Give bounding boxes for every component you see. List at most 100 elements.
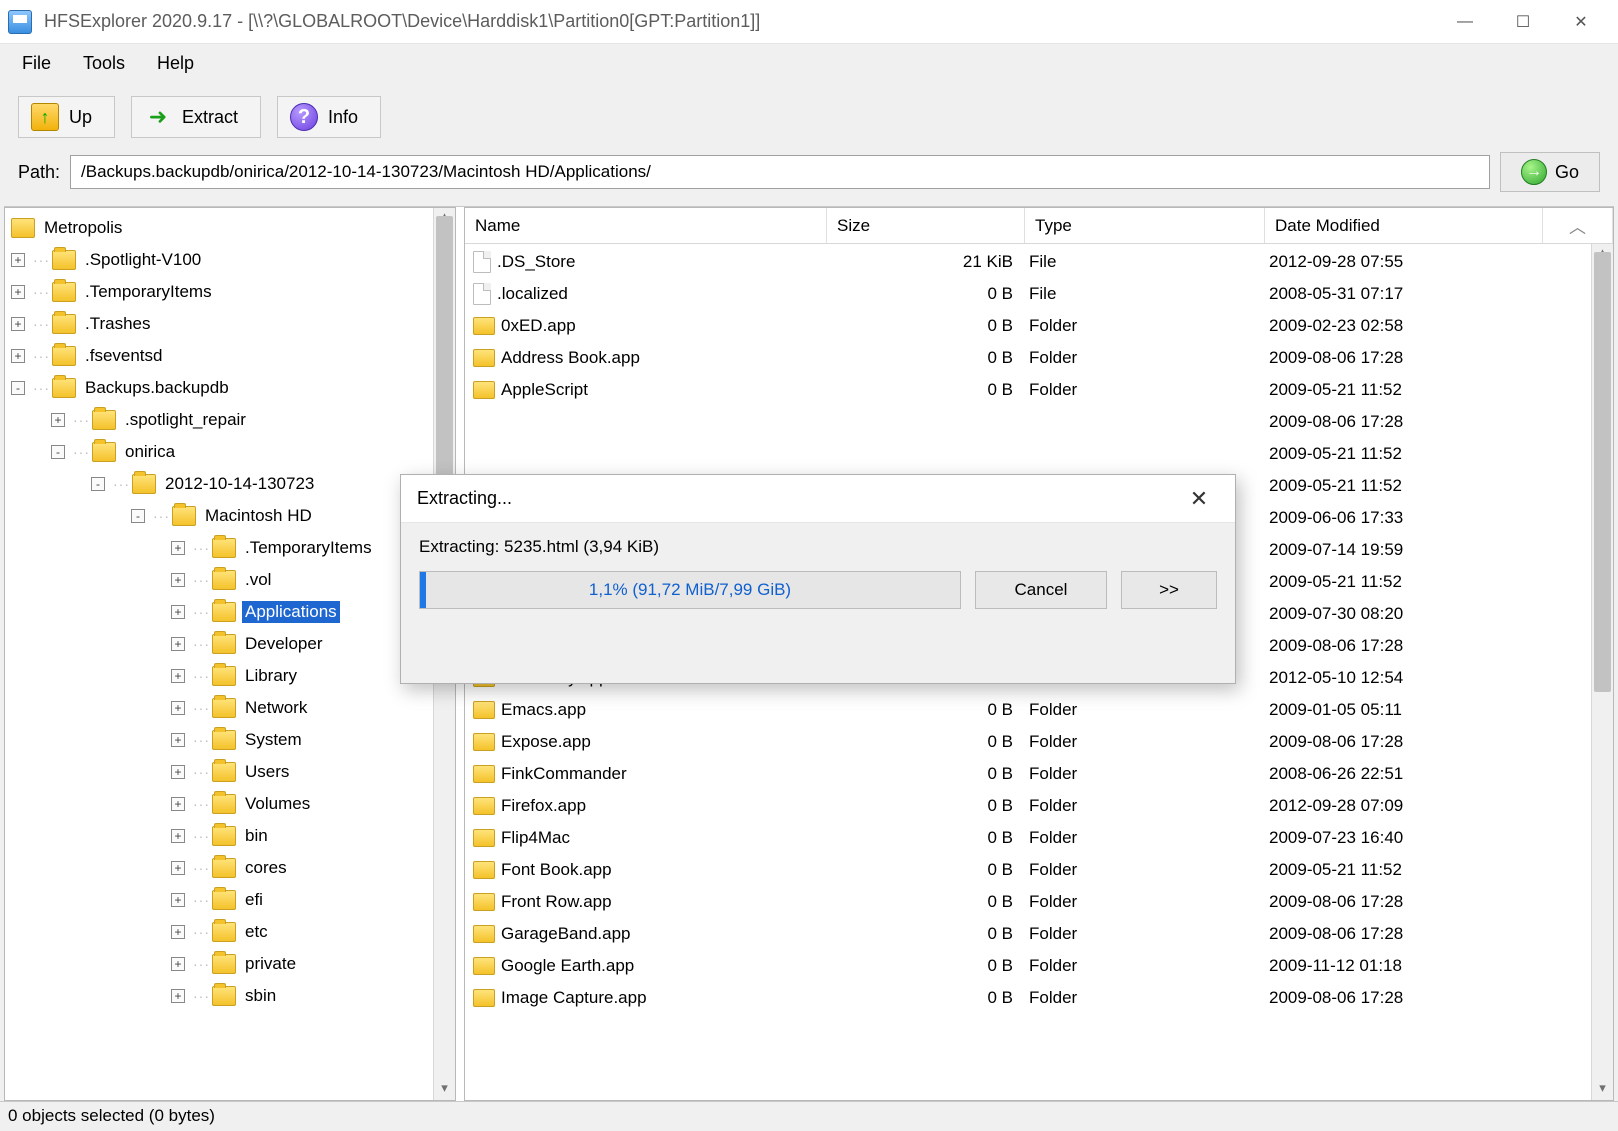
- expander-icon[interactable]: +: [171, 829, 185, 843]
- list-scrollbar[interactable]: ▴ ▾: [1591, 244, 1613, 1100]
- expander-icon[interactable]: +: [51, 413, 65, 427]
- table-row[interactable]: Firefox.app0 BFolder2012-09-28 07:09: [465, 790, 1613, 822]
- tree-item[interactable]: +···efi: [5, 884, 433, 916]
- tree-connector: ···: [191, 732, 212, 748]
- col-name[interactable]: Name: [465, 208, 827, 243]
- table-row[interactable]: Flip4Mac0 BFolder2009-07-23 16:40: [465, 822, 1613, 854]
- tree-item[interactable]: +···Developer: [5, 628, 433, 660]
- tree-item[interactable]: +···sbin: [5, 980, 433, 1012]
- tree-item[interactable]: +···.vol: [5, 564, 433, 596]
- expander-icon[interactable]: +: [171, 989, 185, 1003]
- expander-icon[interactable]: +: [171, 957, 185, 971]
- expander-icon[interactable]: +: [171, 733, 185, 747]
- expander-icon[interactable]: +: [171, 637, 185, 651]
- tree-item[interactable]: +···Users: [5, 756, 433, 788]
- expander-icon[interactable]: +: [171, 925, 185, 939]
- expander-icon[interactable]: +: [171, 701, 185, 715]
- expand-button[interactable]: >>: [1121, 571, 1217, 609]
- table-row[interactable]: Expose.app0 BFolder2009-08-06 17:28: [465, 726, 1613, 758]
- table-row[interactable]: Address Book.app0 BFolder2009-08-06 17:2…: [465, 342, 1613, 374]
- tree-item[interactable]: +···etc: [5, 916, 433, 948]
- tree-item[interactable]: +···.fseventsd: [5, 340, 433, 372]
- expander-icon[interactable]: +: [171, 573, 185, 587]
- tree-connector: ···: [191, 636, 212, 652]
- tree-item[interactable]: +···Applications: [5, 596, 433, 628]
- tree-item[interactable]: +···private: [5, 948, 433, 980]
- tree-item[interactable]: +···.Trashes: [5, 308, 433, 340]
- menu-file[interactable]: File: [8, 47, 65, 80]
- table-row[interactable]: GarageBand.app0 BFolder2009-08-06 17:28: [465, 918, 1613, 950]
- table-row[interactable]: Front Row.app0 BFolder2009-08-06 17:28: [465, 886, 1613, 918]
- expander-icon[interactable]: +: [171, 605, 185, 619]
- menu-help[interactable]: Help: [143, 47, 208, 80]
- close-button[interactable]: ✕: [1552, 4, 1610, 40]
- tree-item[interactable]: +···Network: [5, 692, 433, 724]
- tree-scroll[interactable]: Metropolis+···.Spotlight-V100+···.Tempor…: [5, 208, 433, 1100]
- info-button[interactable]: ? Info: [277, 96, 381, 138]
- col-date[interactable]: Date Modified: [1265, 208, 1543, 243]
- tree-item[interactable]: +···.TemporaryItems: [5, 532, 433, 564]
- expander-icon[interactable]: -: [91, 477, 105, 491]
- table-row[interactable]: Image Capture.app0 BFolder2009-08-06 17:…: [465, 982, 1613, 1014]
- table-row[interactable]: Emacs.app0 BFolder2009-01-05 05:11: [465, 694, 1613, 726]
- maximize-button[interactable]: ☐: [1494, 4, 1552, 40]
- expander-icon[interactable]: -: [51, 445, 65, 459]
- expander-icon[interactable]: -: [131, 509, 145, 523]
- expander-icon[interactable]: +: [171, 861, 185, 875]
- tree-item[interactable]: +···Library: [5, 660, 433, 692]
- extract-button[interactable]: ➜ Extract: [131, 96, 261, 138]
- file-type: Folder: [1025, 828, 1265, 848]
- tree-item[interactable]: +···bin: [5, 820, 433, 852]
- tree-item[interactable]: +···.TemporaryItems: [5, 276, 433, 308]
- expander-icon[interactable]: +: [11, 253, 25, 267]
- path-row: Path: → Go: [0, 146, 1618, 206]
- scroll-thumb[interactable]: [1594, 252, 1611, 692]
- menu-tools[interactable]: Tools: [69, 47, 139, 80]
- expander-icon[interactable]: +: [171, 669, 185, 683]
- tree-item[interactable]: -···2012-10-14-130723: [5, 468, 433, 500]
- expander-icon[interactable]: -: [11, 381, 25, 395]
- tree-item[interactable]: -···Macintosh HD: [5, 500, 433, 532]
- col-sort-indicator[interactable]: ︿: [1543, 208, 1613, 243]
- tree-root[interactable]: Metropolis: [5, 212, 433, 244]
- expander-icon[interactable]: +: [171, 893, 185, 907]
- col-size[interactable]: Size: [827, 208, 1025, 243]
- scroll-down-icon[interactable]: ▾: [1592, 1080, 1613, 1100]
- scroll-thumb[interactable]: [436, 216, 453, 476]
- file-size: 0 B: [827, 380, 1025, 400]
- table-row[interactable]: FinkCommander0 BFolder2008-06-26 22:51: [465, 758, 1613, 790]
- file-date: 2009-01-05 05:11: [1265, 700, 1543, 720]
- minimize-button[interactable]: —: [1436, 4, 1494, 40]
- up-button[interactable]: ↑ Up: [18, 96, 115, 138]
- table-row[interactable]: 2009-08-06 17:28: [465, 406, 1613, 438]
- go-button[interactable]: → Go: [1500, 152, 1600, 192]
- tree-item[interactable]: +···.Spotlight-V100: [5, 244, 433, 276]
- extract-icon: ➜: [144, 103, 172, 131]
- cancel-button[interactable]: Cancel: [975, 571, 1107, 609]
- scroll-down-icon[interactable]: ▾: [434, 1080, 455, 1100]
- tree-item[interactable]: -···Backups.backupdb: [5, 372, 433, 404]
- tree-item[interactable]: +···Volumes: [5, 788, 433, 820]
- file-type: Folder: [1025, 796, 1265, 816]
- expander-icon[interactable]: +: [171, 541, 185, 555]
- expander-icon[interactable]: +: [171, 765, 185, 779]
- expander-icon[interactable]: +: [171, 797, 185, 811]
- table-row[interactable]: 2009-05-21 11:52: [465, 438, 1613, 470]
- table-row[interactable]: Font Book.app0 BFolder2009-05-21 11:52: [465, 854, 1613, 886]
- tree-item[interactable]: +···System: [5, 724, 433, 756]
- dialog-close-button[interactable]: ✕: [1179, 486, 1219, 512]
- col-type[interactable]: Type: [1025, 208, 1265, 243]
- expander-icon[interactable]: +: [11, 317, 25, 331]
- path-input[interactable]: [70, 155, 1490, 189]
- table-row[interactable]: .DS_Store21 KiBFile2012-09-28 07:55: [465, 246, 1613, 278]
- tree-item[interactable]: +···.spotlight_repair: [5, 404, 433, 436]
- table-row[interactable]: Google Earth.app0 BFolder2009-11-12 01:1…: [465, 950, 1613, 982]
- file-size: 0 B: [827, 956, 1025, 976]
- tree-item[interactable]: -···onirica: [5, 436, 433, 468]
- table-row[interactable]: AppleScript0 BFolder2009-05-21 11:52: [465, 374, 1613, 406]
- expander-icon[interactable]: +: [11, 349, 25, 363]
- table-row[interactable]: .localized0 BFile2008-05-31 07:17: [465, 278, 1613, 310]
- expander-icon[interactable]: +: [11, 285, 25, 299]
- tree-item[interactable]: +···cores: [5, 852, 433, 884]
- table-row[interactable]: 0xED.app0 BFolder2009-02-23 02:58: [465, 310, 1613, 342]
